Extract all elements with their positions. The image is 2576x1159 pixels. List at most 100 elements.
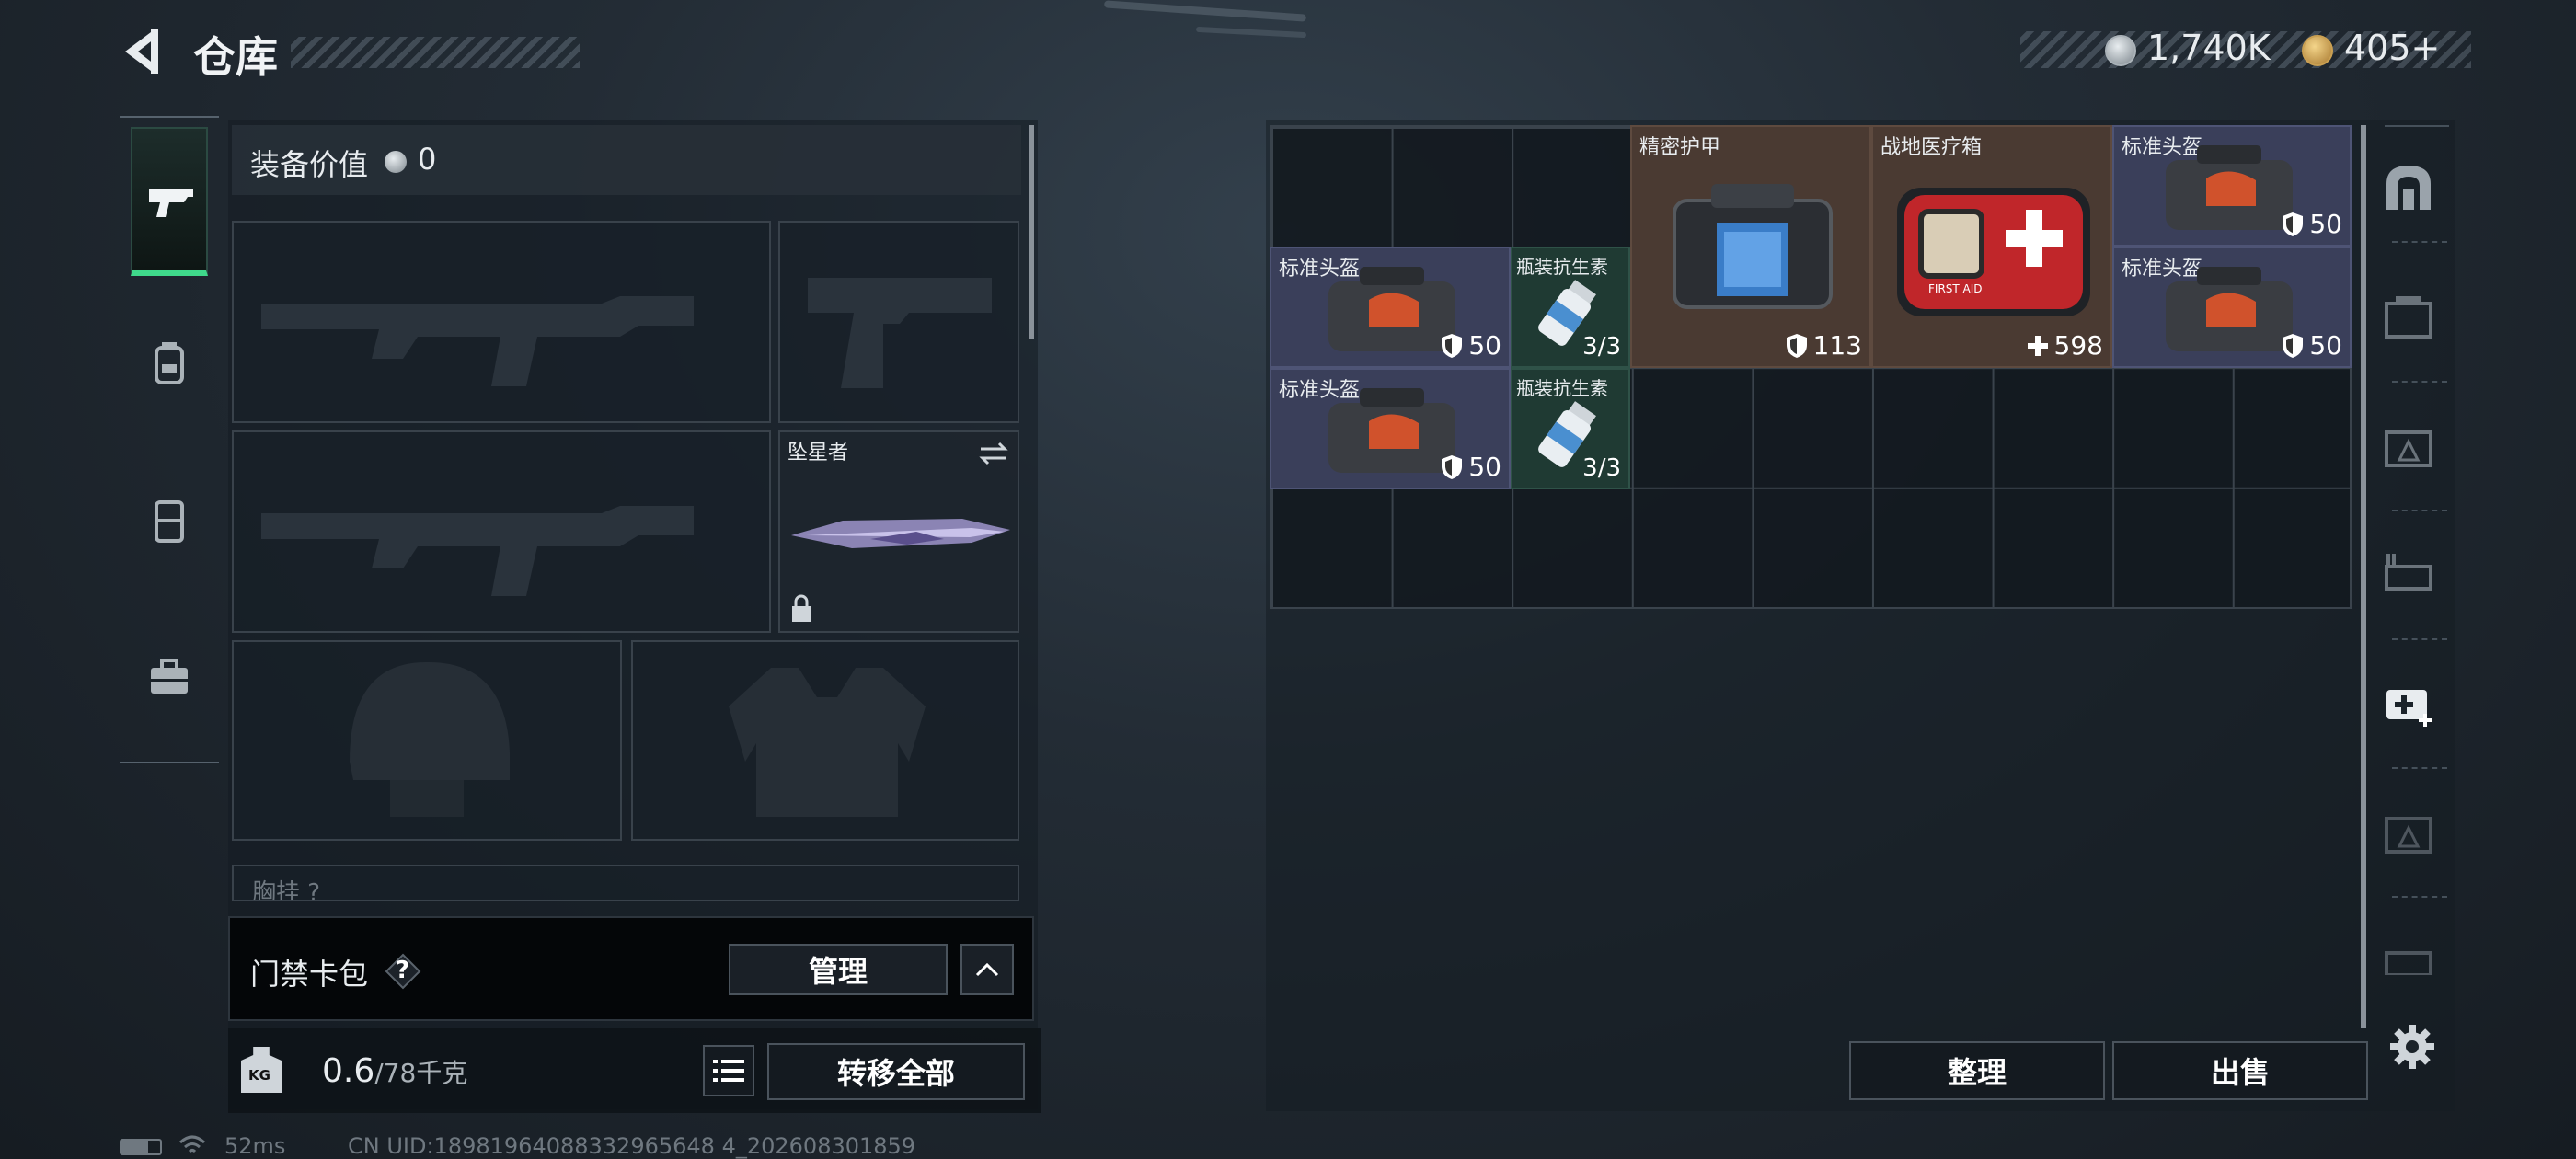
- blade-icon: [791, 519, 1010, 548]
- uid-text: CN UID:18981964088332965648 4_2026083018…: [348, 1133, 916, 1159]
- tab-vest[interactable]: [131, 484, 208, 561]
- item-value: 113: [1812, 330, 1862, 361]
- swap-icon[interactable]: [977, 440, 1010, 467]
- stash-item[interactable]: 标准头盔 50: [1270, 368, 1511, 489]
- back-button[interactable]: [118, 26, 164, 77]
- loadout-scrollbar[interactable]: [1029, 125, 1034, 339]
- stash-item[interactable]: 标准头盔 50: [1270, 247, 1511, 368]
- item-stat: 50: [2282, 209, 2342, 239]
- transfer-all-button[interactable]: 转移全部: [767, 1043, 1025, 1100]
- item-stat: 598: [2027, 330, 2103, 361]
- nav-stash-home[interactable]: [2383, 162, 2434, 213]
- nav-stash-2[interactable]: [2383, 419, 2434, 471]
- item-value: 598: [2053, 330, 2103, 361]
- weight-current: 0.6: [322, 1052, 375, 1090]
- tab-backpack[interactable]: [131, 327, 208, 405]
- ping-text: 52ms: [224, 1133, 286, 1159]
- pistol-icon: [149, 189, 193, 217]
- weight-max: /78千克: [374, 1058, 468, 1088]
- primary-weapon-slot[interactable]: [232, 221, 771, 423]
- expand-button[interactable]: [960, 944, 1014, 995]
- svg-text:FIRST AID: FIRST AID: [1928, 282, 1983, 295]
- medkit-icon: FIRST AID: [1897, 188, 2090, 316]
- weight-text: 0.6/78千克: [322, 1052, 467, 1090]
- keycard-help-icon[interactable]: ?: [385, 953, 421, 990]
- sidearm-slot[interactable]: [778, 221, 1019, 423]
- helmet-bag-icon: [2166, 267, 2293, 351]
- currency2-amount: 405: [2344, 28, 2411, 68]
- keycard-help-text: ?: [396, 957, 410, 984]
- nav-stash-1[interactable]: [2383, 291, 2434, 342]
- silver-coin-icon: [385, 151, 407, 173]
- manage-button[interactable]: 管理: [729, 944, 948, 995]
- stash-scrollbar[interactable]: [2361, 125, 2366, 1028]
- gold-coin-icon: [2302, 35, 2333, 66]
- armor-slot[interactable]: [631, 640, 1019, 841]
- melee-name: 坠星者: [788, 442, 849, 465]
- rig-slot[interactable]: 胸挂 ?: [232, 865, 1019, 901]
- nav-stash-5[interactable]: [2383, 935, 2434, 975]
- kg-label: KG: [248, 1067, 270, 1084]
- settings-button[interactable]: [2388, 1023, 2436, 1071]
- home-arch-icon: [2386, 166, 2431, 210]
- stash-item[interactable]: 瓶装抗生素 3/3: [1511, 368, 1630, 489]
- rig-label-text: 胸挂: [252, 879, 301, 901]
- settings-icon: [2390, 1025, 2434, 1069]
- melee-slot[interactable]: 坠星者: [778, 430, 1019, 633]
- helmet-bag-icon: [2166, 145, 2293, 230]
- page-title: 仓库: [193, 32, 278, 82]
- sell-button[interactable]: 出售: [2112, 1041, 2368, 1100]
- loadout-value-label: 装备价值: [250, 147, 369, 182]
- sort-button[interactable]: 整理: [1849, 1041, 2105, 1100]
- item-name: 战地医疗箱: [1880, 136, 1983, 159]
- item-value: 50: [2309, 209, 2342, 239]
- nav-medical[interactable]: [2383, 677, 2434, 729]
- currency1-value: 1,740K: [2147, 28, 2271, 68]
- stash-item[interactable]: 标准头盔 50: [2112, 125, 2352, 247]
- item-name: 瓶装抗生素: [1516, 256, 1608, 278]
- right-nav-top-line: [2385, 125, 2449, 127]
- list-icon: [713, 1060, 744, 1082]
- stash-item[interactable]: 瓶装抗生素 3/3: [1511, 247, 1630, 368]
- item-stat: 113: [1786, 330, 1862, 361]
- nav-stash-3[interactable]: [2383, 548, 2434, 600]
- item-name: 瓶装抗生素: [1516, 377, 1608, 399]
- item-name: 精密护甲: [1639, 136, 1721, 159]
- stash-item[interactable]: 标准头盔 50: [2112, 247, 2352, 368]
- back-arrow-icon: [125, 29, 158, 74]
- tab-case[interactable]: [131, 640, 208, 717]
- shield-icon: [2283, 212, 2304, 236]
- wifi-icon: [178, 1135, 206, 1153]
- nav-separator: [2392, 767, 2447, 769]
- crate-icon: [2385, 951, 2432, 975]
- silver-coin-icon: [2105, 35, 2136, 66]
- crate-icon: [2385, 430, 2432, 467]
- stash-item[interactable]: 战地医疗箱 FIRST AID 598: [1871, 125, 2112, 368]
- item-stat: 50: [1441, 330, 1501, 361]
- stash-item[interactable]: 精密护甲 113: [1630, 125, 1871, 368]
- vest-icon: [155, 500, 184, 543]
- armor-icon: [1673, 184, 1833, 309]
- nav-stash-4[interactable]: [2383, 806, 2434, 857]
- secondary-weapon-slot[interactable]: [232, 430, 771, 633]
- rig-hint: ?: [307, 879, 321, 901]
- helmet-slot[interactable]: [232, 640, 622, 841]
- item-value: 50: [1468, 330, 1501, 361]
- armor-icon: [729, 668, 926, 817]
- list-view-button[interactable]: [703, 1045, 754, 1096]
- keycard-label: 门禁卡包: [250, 957, 369, 992]
- shield-icon: [1442, 454, 1463, 479]
- nav-separator: [2392, 381, 2447, 383]
- title-underline: [291, 37, 580, 68]
- nav-separator: [2392, 241, 2447, 243]
- tab-weapons[interactable]: [131, 127, 208, 276]
- currency2-value: 405+: [2344, 28, 2440, 68]
- medkit-icon: [2386, 690, 2432, 727]
- nav-separator: [2392, 638, 2447, 640]
- pistol-icon: [808, 278, 992, 388]
- backpack-icon: [155, 342, 184, 384]
- rifle-icon: [261, 296, 694, 386]
- shield-icon: [1786, 333, 1807, 358]
- background-light: [1103, 0, 1307, 22]
- item-value: 50: [1468, 452, 1501, 482]
